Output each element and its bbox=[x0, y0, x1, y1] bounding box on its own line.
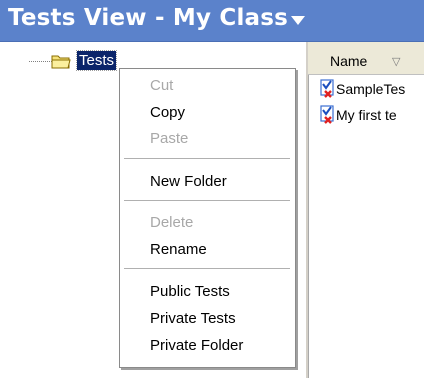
menu-item-new-folder[interactable]: New Folder bbox=[150, 173, 227, 191]
menu-separator bbox=[124, 200, 290, 201]
list-item-label: My first te bbox=[336, 107, 397, 123]
view-title: Tests View - My Class bbox=[8, 5, 289, 31]
sort-indicator-icon[interactable]: ▽ bbox=[392, 55, 400, 68]
menu-separator bbox=[124, 158, 290, 159]
menu-item-delete[interactable]: Delete bbox=[150, 214, 193, 232]
context-menu: Cut Copy Paste New Folder Delete Rename … bbox=[119, 68, 296, 368]
menu-item-private-tests[interactable]: Private Tests bbox=[150, 310, 236, 328]
name-column-label: Name bbox=[330, 53, 368, 69]
menu-separator bbox=[124, 268, 290, 269]
menu-item-copy[interactable]: Copy bbox=[150, 104, 185, 122]
menu-item-rename[interactable]: Rename bbox=[150, 241, 207, 259]
list-item[interactable]: My first te bbox=[318, 105, 424, 125]
chevron-down-icon[interactable] bbox=[291, 16, 305, 25]
menu-item-paste[interactable]: Paste bbox=[150, 130, 188, 148]
list-item[interactable]: SampleTes bbox=[318, 79, 424, 99]
menu-item-cut[interactable]: Cut bbox=[150, 77, 173, 95]
list-item-label: SampleTes bbox=[336, 81, 406, 97]
menu-item-private-folder[interactable]: Private Folder bbox=[150, 337, 243, 355]
tree-item-tests[interactable]: Tests bbox=[75, 50, 118, 71]
menu-item-public-tests[interactable]: Public Tests bbox=[150, 283, 230, 301]
tree-connector bbox=[29, 61, 52, 62]
test-document-icon bbox=[320, 105, 334, 124]
folder-icon bbox=[51, 55, 71, 69]
test-document-icon bbox=[320, 79, 334, 98]
view-title-bar: Tests View - My Class bbox=[0, 0, 424, 42]
